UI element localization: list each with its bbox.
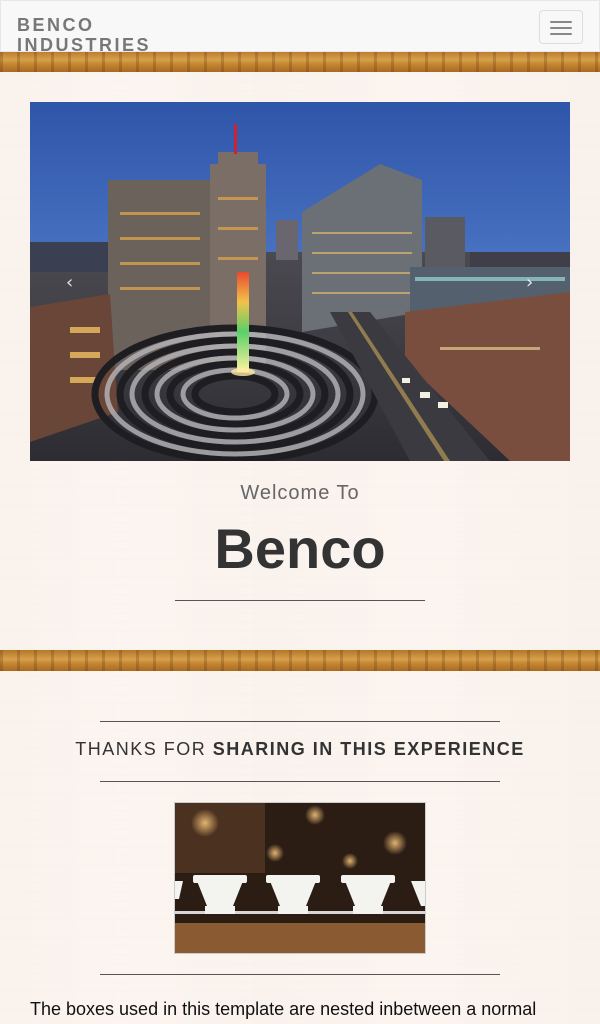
wood-band-middle bbox=[0, 650, 600, 671]
coffee-drippers-photo bbox=[174, 802, 426, 954]
section-divider-top bbox=[100, 721, 500, 722]
section-divider-middle bbox=[100, 781, 500, 782]
section-divider-bottom bbox=[100, 974, 500, 975]
section-title: THANKS FOR SHARING IN THIS EXPERIENCE bbox=[0, 739, 600, 760]
section-body-text: The boxes used in this template are nest… bbox=[30, 999, 537, 1019]
hero-carousel[interactable]: ‹ › bbox=[30, 102, 570, 461]
navbar: BENCO INDUSTRIES bbox=[0, 0, 600, 55]
experience-box: THANKS FOR SHARING IN THIS EXPERIENCE Th… bbox=[0, 671, 600, 1024]
welcome-subtitle: Welcome To bbox=[240, 482, 360, 504]
navbar-toggle-button[interactable] bbox=[539, 10, 583, 44]
intro-box: ‹ › Welcome To Benco bbox=[0, 72, 600, 650]
section-title-bold: SHARING IN THIS EXPERIENCE bbox=[212, 739, 525, 759]
section-title-light: THANKS FOR bbox=[75, 739, 213, 759]
intro-divider bbox=[175, 600, 425, 601]
brand-link[interactable]: BENCO INDUSTRIES bbox=[17, 15, 187, 55]
chevron-right-icon[interactable]: › bbox=[526, 272, 533, 293]
chevron-left-icon[interactable]: ‹ bbox=[66, 272, 73, 293]
welcome-title: Benco bbox=[214, 517, 386, 580]
city-plaza-photo bbox=[30, 102, 570, 461]
